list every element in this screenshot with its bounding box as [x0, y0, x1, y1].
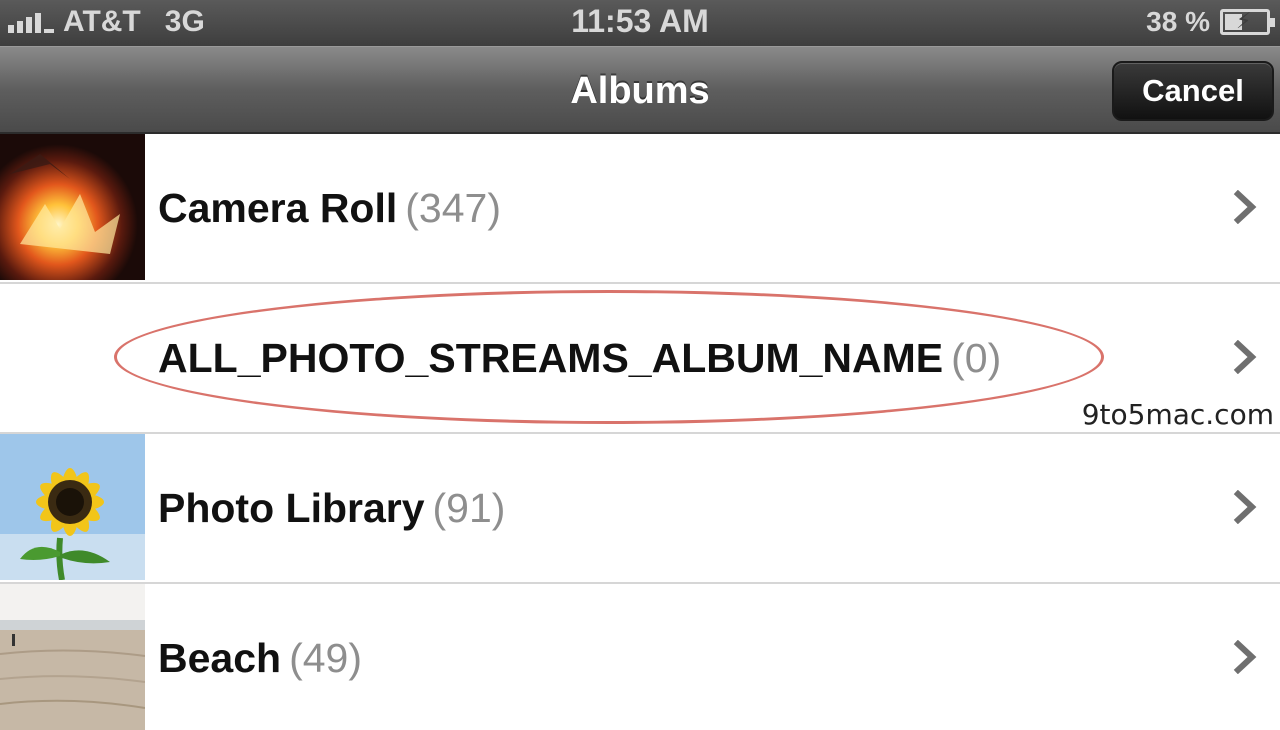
- album-count: (91): [432, 485, 506, 531]
- fire-photo-thumbnail: [0, 134, 145, 280]
- album-row-photo-library[interactable]: Photo Library (91): [0, 434, 1280, 584]
- sunflower-photo-thumbnail: [0, 434, 145, 580]
- album-row-beach[interactable]: Beach (49): [0, 584, 1280, 730]
- highlight-annotation-oval: [114, 290, 1104, 424]
- chevron-right-icon: [1233, 190, 1257, 224]
- album-list: Camera Roll (347) ALL_PHOTO_STREAMS_ALBUM…: [0, 134, 1280, 730]
- status-bar: AT&T 3G 11:53 AM 38 % ⚡: [0, 0, 1280, 46]
- navigation-bar: Albums Cancel: [0, 46, 1280, 134]
- chevron-right-icon: [1233, 340, 1257, 374]
- battery-percent: 38 %: [1146, 6, 1210, 37]
- cancel-button[interactable]: Cancel: [1112, 61, 1274, 121]
- status-right: 38 % ⚡: [1146, 4, 1275, 40]
- album-label: Beach (49): [158, 584, 362, 730]
- album-name: Photo Library: [158, 485, 425, 531]
- page-title: Albums: [570, 70, 710, 112]
- album-count: (49): [289, 635, 362, 681]
- album-name: Beach: [158, 635, 282, 681]
- album-count: (347): [405, 185, 501, 231]
- album-label: Photo Library (91): [158, 434, 505, 582]
- battery-icon: ⚡: [1220, 8, 1275, 35]
- chevron-right-icon: [1233, 640, 1257, 674]
- album-name: Camera Roll: [158, 185, 398, 231]
- album-row-camera-roll[interactable]: Camera Roll (347): [0, 134, 1280, 284]
- watermark: 9to5mac.com: [1081, 398, 1274, 431]
- album-label: Camera Roll (347): [158, 134, 501, 282]
- chevron-right-icon: [1233, 490, 1257, 524]
- beach-photo-thumbnail: [0, 584, 145, 730]
- status-time: 11:53 AM: [571, 3, 709, 39]
